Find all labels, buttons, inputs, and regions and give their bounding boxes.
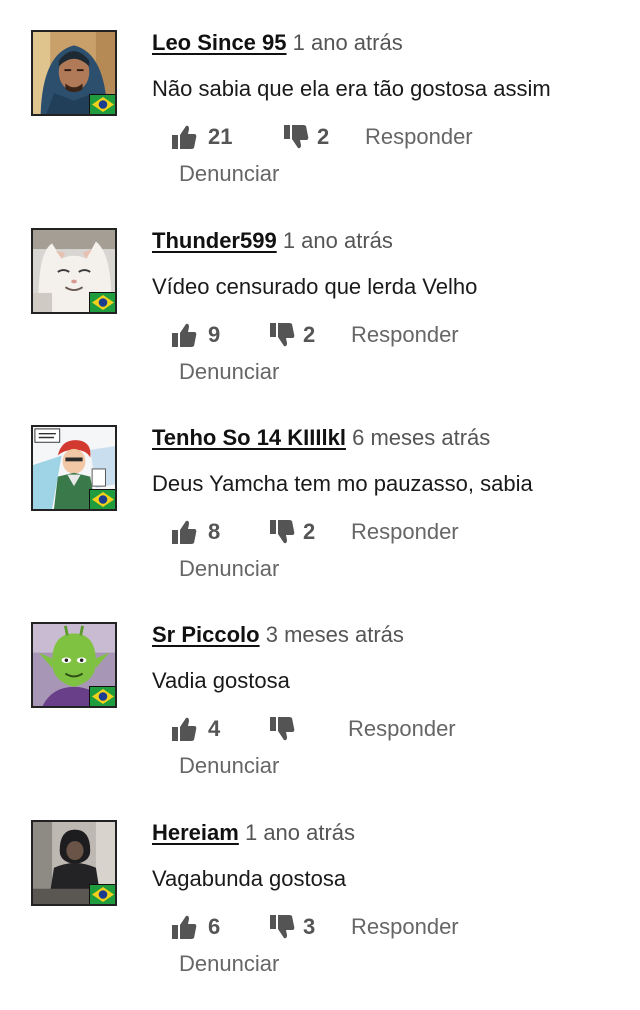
dislike-count: 3	[303, 914, 316, 939]
thumbs-up-icon[interactable]	[170, 321, 198, 349]
thumbs-up-icon[interactable]	[170, 715, 198, 743]
comment-actions: 9 2 Responder	[0, 318, 640, 352]
reply-button[interactable]: Responder	[351, 515, 459, 549]
comment-header: Tenho So 14 KIIIlkl 6 meses atrás	[152, 424, 490, 452]
comment-text: Vadia gostosa	[152, 668, 290, 693]
reply-button[interactable]: Responder	[351, 318, 459, 352]
username-link[interactable]: Leo Since 95	[152, 30, 287, 55]
reply-button[interactable]: Responder	[351, 910, 459, 944]
like-count: 9	[208, 322, 221, 347]
comment-actions: 21 2 Responder	[0, 120, 640, 154]
like-count: 8	[208, 519, 221, 544]
brazil-flag-icon	[89, 489, 115, 509]
comment-header: Hereiam 1 ano atrás	[152, 819, 355, 847]
thumbs-up-icon[interactable]	[170, 123, 198, 151]
username-link[interactable]: Hereiam	[152, 820, 239, 845]
comment-item: Tenho So 14 KIIIlkl 6 meses atrás Deus Y…	[0, 425, 640, 615]
like-count: 4	[208, 716, 221, 741]
comment-actions: 4 Responder	[0, 712, 640, 746]
comment-item: Hereiam 1 ano atrás Vagabunda gostosa 6 …	[0, 820, 640, 1010]
reply-button[interactable]: Responder	[365, 120, 473, 154]
report-button[interactable]: Denunciar	[179, 160, 279, 188]
report-button[interactable]: Denunciar	[179, 752, 279, 780]
dislike-count: 2	[317, 124, 330, 149]
comment-time: 3 meses atrás	[265, 622, 404, 647]
comment-header: Sr Piccolo 3 meses atrás	[152, 621, 404, 649]
comment-text: Vídeo censurado que lerda Velho	[152, 274, 478, 299]
username-link[interactable]: Thunder599	[152, 228, 277, 253]
comment-actions: 8 2 Responder	[0, 515, 640, 549]
avatar[interactable]	[31, 228, 117, 314]
thumbs-up-icon[interactable]	[170, 518, 198, 546]
comment-time: 1 ano atrás	[244, 820, 356, 845]
comment-item: Sr Piccolo 3 meses atrás Vadia gostosa 4…	[0, 622, 640, 812]
avatar[interactable]	[31, 820, 117, 906]
dislike-count: 2	[303, 322, 316, 347]
thumbs-up-icon[interactable]	[170, 913, 198, 941]
report-button[interactable]: Denunciar	[179, 555, 279, 583]
username-link[interactable]: Tenho So 14 KIIIlkl	[152, 425, 346, 450]
comment-text: Deus Yamcha tem mo pauzasso, sabia	[152, 471, 533, 496]
comment-text: Não sabia que ela era tão gostosa assim	[152, 76, 551, 101]
brazil-flag-icon	[89, 884, 115, 904]
reply-button[interactable]: Responder	[348, 712, 456, 746]
comment-time: 1 ano atrás	[282, 228, 393, 253]
username-link[interactable]: Sr Piccolo	[152, 622, 260, 647]
dislike-count: 2	[303, 519, 316, 544]
comment-item: Leo Since 95 1 ano atrás Não sabia que e…	[0, 30, 640, 220]
comment-item: Thunder599 1 ano atrás Vídeo censurado q…	[0, 228, 640, 418]
report-button[interactable]: Denunciar	[179, 358, 279, 386]
comment-text: Vagabunda gostosa	[152, 866, 347, 891]
thumbs-down-icon[interactable]	[282, 123, 310, 151]
brazil-flag-icon	[89, 686, 115, 706]
thumbs-down-icon[interactable]	[268, 321, 296, 349]
avatar[interactable]	[31, 622, 117, 708]
comment-actions: 6 3 Responder	[0, 910, 640, 944]
comment-header: Leo Since 95 1 ano atrás	[152, 29, 403, 57]
thumbs-down-icon[interactable]	[268, 518, 296, 546]
report-button[interactable]: Denunciar	[179, 950, 279, 978]
thumbs-down-icon[interactable]	[268, 715, 296, 743]
brazil-flag-icon	[89, 94, 115, 114]
comment-header: Thunder599 1 ano atrás	[152, 227, 393, 255]
thumbs-down-icon[interactable]	[268, 913, 296, 941]
comment-time: 6 meses atrás	[352, 425, 491, 450]
brazil-flag-icon	[89, 292, 115, 312]
avatar[interactable]	[31, 425, 117, 511]
avatar[interactable]	[31, 30, 117, 116]
like-count: 21	[208, 124, 233, 149]
like-count: 6	[208, 914, 221, 939]
comment-time: 1 ano atrás	[292, 30, 403, 55]
